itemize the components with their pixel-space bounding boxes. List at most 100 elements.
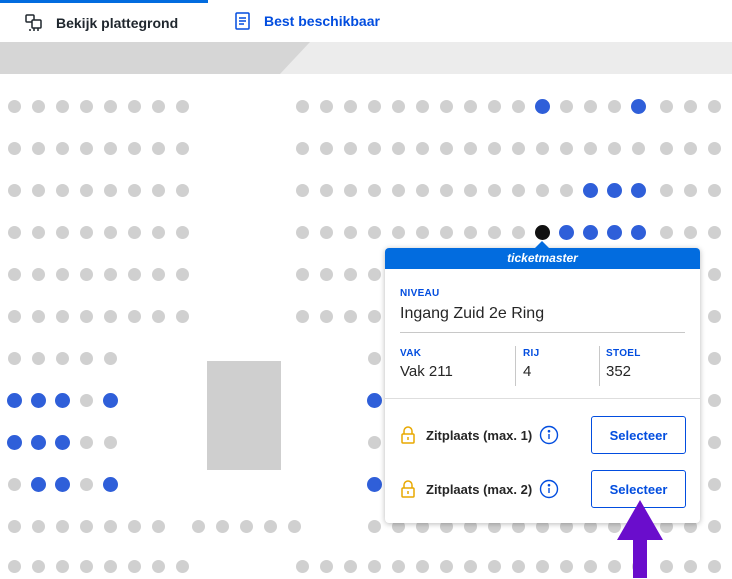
unavailable-seat <box>439 99 453 113</box>
row-info: RIJ 4 <box>523 348 539 380</box>
unavailable-seat <box>607 141 621 155</box>
available-seat[interactable] <box>582 224 598 240</box>
unavailable-seat <box>79 141 93 155</box>
unavailable-seat <box>7 519 21 533</box>
available-seat[interactable] <box>558 224 574 240</box>
unavailable-seat <box>511 99 525 113</box>
unavailable-seat <box>367 183 381 197</box>
select-button[interactable]: Selecteer <box>591 416 686 454</box>
available-seat[interactable] <box>630 98 646 114</box>
unavailable-seat <box>391 559 405 573</box>
available-seat[interactable] <box>366 476 382 492</box>
unavailable-seat <box>391 183 405 197</box>
unavailable-seat <box>31 559 45 573</box>
info-icon[interactable] <box>539 425 559 445</box>
available-seat[interactable] <box>54 434 70 450</box>
unavailable-seat <box>367 559 381 573</box>
unavailable-seat <box>55 183 69 197</box>
unavailable-seat <box>103 519 117 533</box>
unavailable-seat <box>511 559 525 573</box>
unavailable-seat <box>583 559 597 573</box>
unavailable-seat <box>319 141 333 155</box>
unavailable-seat <box>103 267 117 281</box>
column-divider <box>515 346 516 386</box>
unavailable-seat <box>343 99 357 113</box>
unavailable-seat <box>31 225 45 239</box>
available-seat[interactable] <box>366 392 382 408</box>
available-seat[interactable] <box>630 182 646 198</box>
unavailable-seat <box>7 559 21 573</box>
unavailable-seat <box>319 225 333 239</box>
unavailable-seat <box>415 225 429 239</box>
unavailable-seat <box>103 435 117 449</box>
unavailable-seat <box>103 183 117 197</box>
unavailable-seat <box>175 559 189 573</box>
unavailable-seat <box>31 141 45 155</box>
unavailable-seat <box>683 225 697 239</box>
selected-seat[interactable] <box>534 224 550 240</box>
available-seat[interactable] <box>54 476 70 492</box>
tab-seat-map[interactable]: Bekijk plattegrond <box>0 0 208 42</box>
available-seat[interactable] <box>606 182 622 198</box>
unavailable-seat <box>127 183 141 197</box>
unavailable-seat <box>215 519 229 533</box>
available-seat[interactable] <box>6 392 22 408</box>
unavailable-seat <box>175 141 189 155</box>
unavailable-seat <box>79 435 93 449</box>
unavailable-seat <box>343 183 357 197</box>
unavailable-seat <box>31 267 45 281</box>
unavailable-seat <box>55 519 69 533</box>
available-seat[interactable] <box>30 434 46 450</box>
unavailable-seat <box>343 267 357 281</box>
seat-details-popup: ticketmaster NIVEAU Ingang Zuid 2e Ring … <box>385 241 700 523</box>
unavailable-seat <box>151 183 165 197</box>
unavailable-seat <box>7 477 21 491</box>
available-seat[interactable] <box>630 224 646 240</box>
divider <box>385 398 700 399</box>
available-seat[interactable] <box>54 392 70 408</box>
unavailable-seat <box>151 141 165 155</box>
unavailable-seat <box>391 141 405 155</box>
unavailable-seat <box>439 183 453 197</box>
level-label: NIVEAU <box>400 288 440 299</box>
unavailable-seat <box>55 309 69 323</box>
unavailable-seat <box>79 183 93 197</box>
unavailable-seat <box>55 141 69 155</box>
unavailable-seat <box>535 141 549 155</box>
unavailable-seat <box>103 99 117 113</box>
unavailable-seat <box>343 225 357 239</box>
unavailable-seat <box>707 435 721 449</box>
available-seat[interactable] <box>102 392 118 408</box>
unavailable-seat <box>55 351 69 365</box>
info-icon[interactable] <box>539 479 559 499</box>
unavailable-seat <box>79 559 93 573</box>
unavailable-seat <box>511 183 525 197</box>
unavailable-seat <box>7 99 21 113</box>
list-document-icon <box>234 11 252 31</box>
available-seat[interactable] <box>30 476 46 492</box>
unavailable-seat <box>263 519 277 533</box>
unavailable-seat <box>239 519 253 533</box>
section-info: VAK Vak 211 <box>400 348 453 380</box>
unavailable-seat <box>151 309 165 323</box>
available-seat[interactable] <box>30 392 46 408</box>
unavailable-seat <box>367 519 381 533</box>
available-seat[interactable] <box>534 98 550 114</box>
tab-best-available[interactable]: Best beschikbaar <box>208 0 468 42</box>
available-seat[interactable] <box>606 224 622 240</box>
unavailable-seat <box>707 267 721 281</box>
available-seat[interactable] <box>582 182 598 198</box>
unavailable-seat <box>343 309 357 323</box>
unavailable-seat <box>127 309 141 323</box>
unavailable-seat <box>295 225 309 239</box>
divider <box>400 332 685 333</box>
unavailable-seat <box>559 183 573 197</box>
available-seat[interactable] <box>102 476 118 492</box>
unavailable-seat <box>631 141 645 155</box>
row-value: 4 <box>523 363 532 380</box>
unavailable-seat <box>659 183 673 197</box>
available-seat[interactable] <box>6 434 22 450</box>
tab-best-available-label: Best beschikbaar <box>264 13 380 29</box>
unavailable-seat <box>439 559 453 573</box>
unavailable-seat <box>707 393 721 407</box>
